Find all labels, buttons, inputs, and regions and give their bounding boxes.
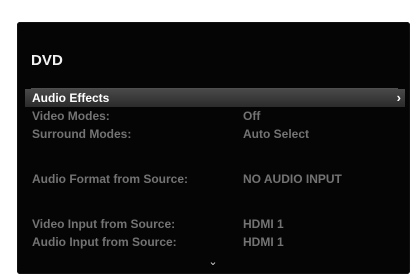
menu-item-audio-format-source: Audio Format from Source: NO AUDIO INPUT — [25, 170, 405, 188]
menu-item-surround-modes[interactable]: Surround Modes: Auto Select — [25, 125, 405, 143]
menu-item-audio-effects[interactable]: Audio Effects › — [25, 89, 405, 107]
audio-format-source-value: NO AUDIO INPUT — [243, 172, 342, 186]
video-modes-label: Video Modes: — [32, 109, 110, 123]
video-input-source-value: HDMI 1 — [243, 217, 284, 231]
dvd-settings-panel: DVD Audio Effects › Video Modes: Off Sur… — [17, 22, 410, 274]
video-modes-value: Off — [243, 109, 261, 123]
menu-item-video-modes[interactable]: Video Modes: Off — [25, 107, 405, 125]
audio-input-source-label: Audio Input from Source: — [32, 235, 177, 249]
menu-item-video-input-source: Video Input from Source: HDMI 1 — [25, 215, 405, 233]
video-input-source-label: Video Input from Source: — [32, 217, 176, 231]
page-title: DVD — [31, 52, 63, 69]
menu-item-audio-input-source: Audio Input from Source: HDMI 1 — [25, 233, 405, 251]
audio-format-source-label: Audio Format from Source: — [32, 172, 189, 186]
audio-input-source-value: HDMI 1 — [243, 235, 284, 249]
chevron-down-icon: ⌄ — [208, 255, 218, 268]
audio-effects-label: Audio Effects — [32, 91, 110, 105]
surround-modes-value: Auto Select — [243, 127, 310, 141]
scroll-down-button[interactable]: ⌄ — [206, 255, 220, 268]
surround-modes-label: Surround Modes: — [32, 127, 132, 141]
screen-root: DVD Audio Effects › Video Modes: Off Sur… — [0, 0, 413, 280]
chevron-right-icon: › — [396, 90, 401, 105]
